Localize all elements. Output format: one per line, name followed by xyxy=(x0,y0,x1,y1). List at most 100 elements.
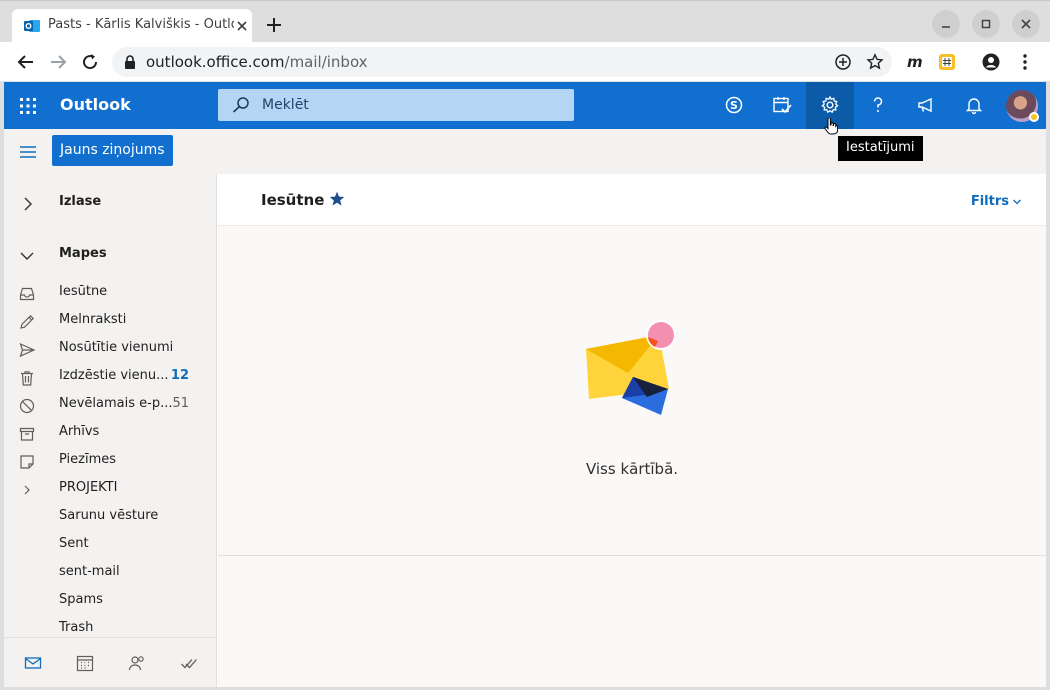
forward-arrow-icon[interactable] xyxy=(46,50,70,74)
mail-icon[interactable] xyxy=(24,654,42,672)
hash-extension-icon[interactable] xyxy=(938,53,956,71)
block-icon xyxy=(19,398,35,414)
search-box[interactable] xyxy=(218,89,574,121)
calendar-check-icon xyxy=(773,97,792,114)
gear-icon xyxy=(821,95,839,114)
help-icon xyxy=(873,97,883,112)
sidebar-item-label: Iesūtne xyxy=(59,284,108,299)
sidebar-item-chat-history[interactable]: Sarunu vēsture xyxy=(4,503,216,531)
reload-icon[interactable] xyxy=(78,50,102,74)
maximize-icon xyxy=(981,19,991,29)
close-icon xyxy=(1021,19,1031,29)
sidebar-item-label: Sent xyxy=(59,536,89,551)
sidebar-item-label: Arhīvs xyxy=(59,424,100,439)
new-tab-icon[interactable] xyxy=(264,15,284,35)
sidebar-item-label: Nosūtītie vienumi xyxy=(59,340,174,355)
skype-button[interactable]: S xyxy=(710,82,758,129)
sidebar-item-label: Trash xyxy=(59,620,94,635)
notifications-button[interactable] xyxy=(950,82,998,129)
whats-new-button[interactable] xyxy=(902,82,950,129)
minimize-icon xyxy=(942,26,950,28)
m-extension-icon[interactable]: m xyxy=(906,53,924,71)
svg-text:S: S xyxy=(730,99,738,112)
sidebar-item-projekti[interactable]: PROJEKTI xyxy=(4,475,216,503)
skype-icon: S xyxy=(725,96,743,114)
address-bar[interactable]: outlook.office.com/mail/inbox xyxy=(112,47,892,77)
archive-icon xyxy=(19,427,35,441)
unread-count-badge: 12 xyxy=(170,368,189,383)
settings-tooltip: Iestatījumi xyxy=(838,136,923,161)
profile-icon[interactable] xyxy=(982,53,1000,71)
close-window-button[interactable] xyxy=(1012,10,1040,38)
sidebar-item-drafts[interactable]: Melnraksti xyxy=(4,307,216,335)
bell-icon xyxy=(965,98,983,115)
url-text: outlook.office.com/mail/inbox xyxy=(146,53,368,71)
sidebar-item-inbox[interactable]: Iesūtne xyxy=(4,279,216,307)
window-frame xyxy=(1046,82,1050,690)
minimize-button[interactable] xyxy=(932,10,960,38)
envelopes-illustration-icon xyxy=(586,320,676,415)
back-arrow-icon[interactable] xyxy=(14,50,38,74)
sidebar-item-junk[interactable]: Nevēlamais e-p... 51 xyxy=(4,391,216,419)
app-brand[interactable]: Outlook xyxy=(60,95,131,114)
outlook-favicon-icon xyxy=(24,20,40,32)
chevron-right-icon xyxy=(24,197,32,211)
install-app-icon[interactable] xyxy=(834,53,852,71)
app-launcher-icon[interactable] xyxy=(18,96,38,116)
folders-group[interactable]: Mapes xyxy=(4,241,216,269)
tasks-check-icon[interactable] xyxy=(180,654,198,672)
tab-close-icon[interactable] xyxy=(234,18,250,34)
pencil-icon xyxy=(20,314,35,329)
chevron-down-icon xyxy=(1013,199,1021,204)
help-button[interactable] xyxy=(854,82,902,129)
trash-icon xyxy=(21,371,33,386)
search-input[interactable] xyxy=(262,89,562,121)
empty-state-message: Viss kārtībā. xyxy=(585,460,679,478)
hand-cursor-icon xyxy=(824,118,838,135)
send-icon xyxy=(19,342,36,358)
search-icon xyxy=(232,97,249,113)
chevron-right-icon[interactable] xyxy=(18,481,36,499)
my-day-button[interactable] xyxy=(758,82,806,129)
folders-label: Mapes xyxy=(59,246,107,261)
sidebar-item-spams[interactable]: Spams xyxy=(4,587,216,615)
presence-status-badge xyxy=(1029,112,1039,122)
folder-pane: Izlase Mapes Iesūtne Melnraksti Nosūtīti… xyxy=(4,174,217,687)
calendar-icon[interactable] xyxy=(76,654,94,672)
maximize-button[interactable] xyxy=(972,10,1000,38)
reading-pane xyxy=(218,557,1046,687)
new-message-button[interactable]: Jauns ziņojums xyxy=(52,135,173,166)
sidebar-item-label: Spams xyxy=(59,592,103,607)
sidebar-item-sent[interactable]: Nosūtītie vienumi xyxy=(4,335,216,363)
browser-tab[interactable]: Pasts - Kārlis Kalviškis - Outlook xyxy=(12,9,252,43)
sidebar-item-archive[interactable]: Arhīvs xyxy=(4,419,216,447)
message-list-header: Iesūtne Filtrs xyxy=(218,174,1046,226)
chevron-down-icon xyxy=(20,252,34,260)
filter-button[interactable]: Filtrs xyxy=(971,194,1022,209)
people-icon[interactable] xyxy=(128,654,146,672)
sidebar-item-label: Sarunu vēsture xyxy=(59,508,159,523)
url-path: /mail/inbox xyxy=(284,53,368,71)
favorites-group[interactable]: Izlase xyxy=(4,189,216,217)
url-host: outlook.office.com xyxy=(146,53,285,71)
sidebar-item-notes[interactable]: Piezīmes xyxy=(4,447,216,475)
outlook-header: Outlook S xyxy=(4,82,1046,129)
browser-tab-strip: Pasts - Kārlis Kalviškis - Outlook xyxy=(0,0,1050,43)
sidebar-item-sent-mail[interactable]: sent-mail xyxy=(4,559,216,587)
message-list-pane: Iesūtne Filtrs Viss kārtībā. xyxy=(218,174,1046,687)
note-icon xyxy=(20,455,34,469)
sidebar-item-label: Piezīmes xyxy=(59,452,117,467)
megaphone-icon xyxy=(918,97,932,113)
favorite-star-icon[interactable] xyxy=(329,191,345,207)
sidebar-item-label: PROJEKTI xyxy=(59,480,118,495)
browser-toolbar: outlook.office.com/mail/inbox m xyxy=(0,42,1050,82)
browser-menu-icon[interactable] xyxy=(1016,53,1034,71)
hamburger-menu-icon[interactable] xyxy=(18,142,38,162)
sidebar-item-deleted[interactable]: Izdzēstie vienu... 12 xyxy=(4,363,216,391)
module-switcher xyxy=(4,637,217,687)
page-title: Iesūtne xyxy=(261,191,325,209)
bookmark-star-icon[interactable] xyxy=(866,53,884,71)
filter-label: Filtrs xyxy=(970,194,1009,209)
sidebar-item-sent-folder[interactable]: Sent xyxy=(4,531,216,559)
favorites-label: Izlase xyxy=(59,194,102,209)
